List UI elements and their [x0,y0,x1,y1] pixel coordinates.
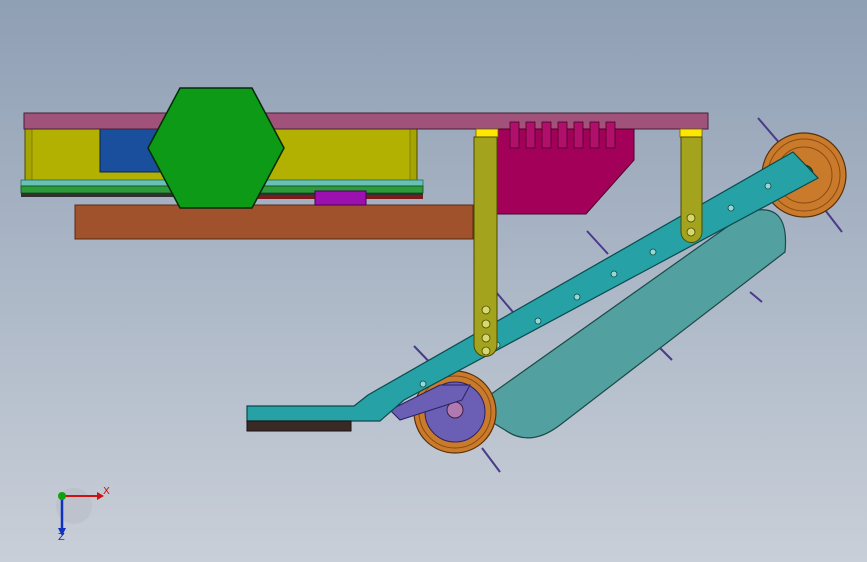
axis-z-label: Z [58,532,65,543]
purple-block[interactable] [314,190,367,206]
left-hanger-link[interactable] [473,136,498,357]
coordinate-triad-icon [56,488,104,536]
conveyor-foot-plate [246,420,352,432]
right-hanger-link[interactable] [680,136,703,243]
axis-x-label: X [103,486,110,497]
yellow-pad-right [679,128,703,138]
top-plate[interactable] [23,112,709,130]
cad-viewport[interactable]: X Z [0,0,867,562]
lower-brown-beam[interactable] [74,204,474,240]
magenta-teeth [509,121,616,149]
yellow-pad-left [475,128,499,138]
assembly-model[interactable] [0,0,867,562]
